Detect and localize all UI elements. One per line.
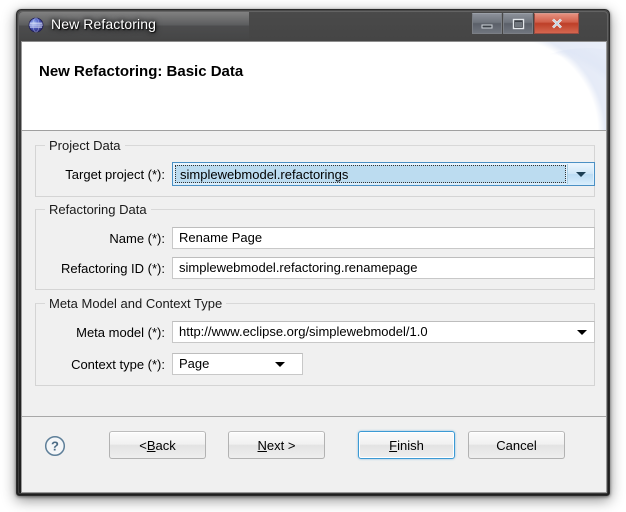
finish-button-suffix: inish [397,437,424,453]
next-button-mnemonic: N [257,437,267,453]
desktop-background: New Refactoring New Refactoring: Basic D… [0,0,626,512]
next-button-suffix: ext > [266,437,296,453]
page-title: New Refactoring: Basic Data [39,63,244,80]
label-refactoring-id: Refactoring ID (*): [60,261,165,276]
window-title: New Refactoring [51,16,156,32]
label-context-type: Context type (*): [71,357,165,372]
close-icon [535,14,578,33]
label-name: Name (*): [109,231,165,246]
group-meta-model: Meta Model and Context Type [35,296,595,386]
group-project-data-title: Project Data [45,138,125,153]
back-button-mnemonic: B [146,437,156,453]
banner-decoration-arc-secondary [492,48,606,130]
chevron-down-icon [576,172,586,177]
next-button[interactable]: Next > [228,431,325,459]
back-button-suffix: ack [155,437,176,453]
target-project-value: simplewebmodel.refactorings [180,167,349,182]
meta-model-combo[interactable]: http://www.eclipse.org/simplewebmodel/1.… [172,321,595,343]
cancel-button[interactable]: Cancel [468,431,565,459]
target-project-combo[interactable]: simplewebmodel.refactorings [172,162,595,186]
back-button[interactable]: < Back [109,431,206,459]
finish-button-mnemonic: F [389,437,398,453]
svg-text:?: ? [51,439,59,454]
finish-button[interactable]: Finish [358,431,455,459]
cancel-button-suffix: Cancel [496,437,537,453]
maximize-button[interactable] [503,13,533,34]
meta-model-value: http://www.eclipse.org/simplewebmodel/1.… [179,324,428,339]
chevron-down-icon [577,330,587,335]
label-meta-model: Meta model (*): [76,325,165,340]
context-type-value: Page [179,356,210,371]
banner-decoration-arc [456,42,606,130]
context-type-combo[interactable]: Page [172,353,303,375]
eclipse-sphere-icon [28,17,44,33]
group-meta-model-title: Meta Model and Context Type [45,296,227,311]
help-icon[interactable]: ? [44,435,66,457]
title-bar[interactable]: New Refactoring [17,10,611,41]
group-refactoring-data-title: Refactoring Data [45,202,151,217]
chevron-down-icon [275,362,285,367]
wizard-header-banner: New Refactoring: Basic Data [22,42,606,131]
label-target-project: Target project (*): [65,167,165,182]
minimize-icon [473,14,501,33]
maximize-icon [504,14,532,33]
back-button-prefix: < [139,437,147,453]
dialog-button-bar: ? < Back Next > Finish Cancel [22,416,606,492]
name-input[interactable]: Rename Page [172,227,595,249]
dialog-window: New Refactoring New Refactoring: Basic D… [16,9,610,496]
refactoring-id-input[interactable]: simplewebmodel.refactoring.renamepage [172,257,595,279]
dialog-body: Project Data Target project (*): simplew… [22,131,606,416]
minimize-button[interactable] [472,13,502,34]
dialog-client-area: New Refactoring: Basic Data Project Data… [21,41,607,493]
close-button[interactable] [534,13,579,34]
